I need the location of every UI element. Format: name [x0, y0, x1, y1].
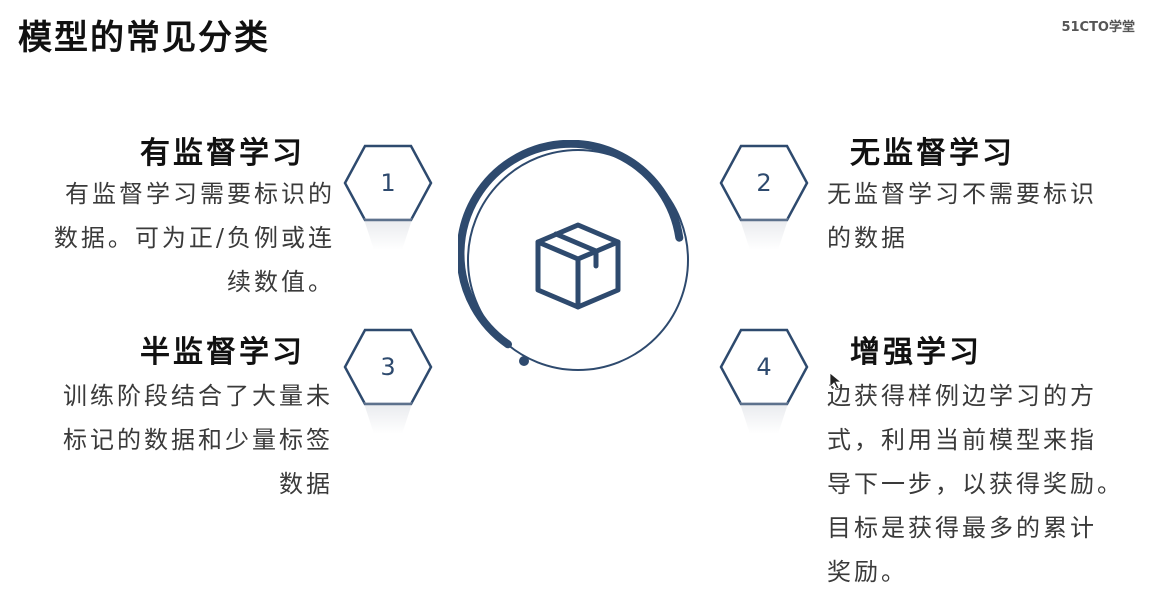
hexagon-reflection: [739, 402, 789, 434]
category-4-description: 边获得样例边学习的方 式，利用当前模型来指 导下一步，以获得奖励。 目标是获得最…: [827, 374, 1152, 594]
page-title: 模型的常见分类: [18, 18, 270, 58]
watermark-logo: 51CTO学堂: [1061, 20, 1135, 35]
hexagon-number: 4: [756, 353, 772, 381]
category-3-line: 标记的数据和少量标签: [63, 426, 333, 454]
category-4-line: 边获得样例边学习的方: [827, 382, 1097, 410]
mouse-cursor-icon: [830, 373, 842, 389]
category-2-title: 无监督学习: [850, 136, 1015, 171]
category-1-title: 有监督学习: [140, 136, 305, 171]
category-2-description: 无监督学习不需要标识 的数据: [827, 172, 1147, 260]
hexagon-badge-1: 1: [343, 144, 433, 250]
category-4-title: 增强学习: [850, 335, 982, 370]
hexagon-reflection: [363, 402, 413, 434]
category-3-line: 训练阶段结合了大量未: [63, 382, 333, 410]
hexagon-number: 2: [756, 169, 772, 197]
category-1-line: 有监督学习需要标识的: [65, 180, 335, 208]
hexagon-badge-4: 4: [719, 328, 809, 434]
category-4-line: 奖励。: [827, 558, 908, 586]
thick-arc: [456, 139, 684, 349]
hexagon-reflection: [739, 218, 789, 250]
hexagon-badge-2: 2: [719, 144, 809, 250]
category-1-description: 有监督学习需要标识的 数据。可为正/负例或连 续数值。: [5, 172, 335, 304]
category-3-title: 半监督学习: [140, 335, 305, 370]
arc-end-dot: [519, 356, 529, 366]
category-3-line: 数据: [279, 470, 333, 498]
category-1-line: 数据。可为正/负例或连: [53, 224, 335, 252]
hexagon-number: 1: [380, 169, 396, 197]
center-ring-graphic: [456, 139, 698, 380]
hexagon-number: 3: [380, 353, 396, 381]
hexagon-badge-3: 3: [343, 328, 433, 434]
box-icon: [535, 222, 621, 310]
center-ring-svg: [456, 139, 689, 371]
category-4-line: 目标是获得最多的累计: [827, 514, 1097, 542]
category-2-line: 的数据: [827, 224, 908, 252]
category-2-line: 无监督学习不需要标识: [827, 180, 1097, 208]
category-1-line: 续数值。: [227, 268, 335, 296]
category-3-description: 训练阶段结合了大量未 标记的数据和少量标签 数据: [3, 374, 333, 506]
category-4-line: 式，利用当前模型来指: [827, 426, 1097, 454]
category-4-line: 导下一步，以获得奖励。: [827, 470, 1124, 498]
hexagon-reflection: [363, 218, 413, 250]
